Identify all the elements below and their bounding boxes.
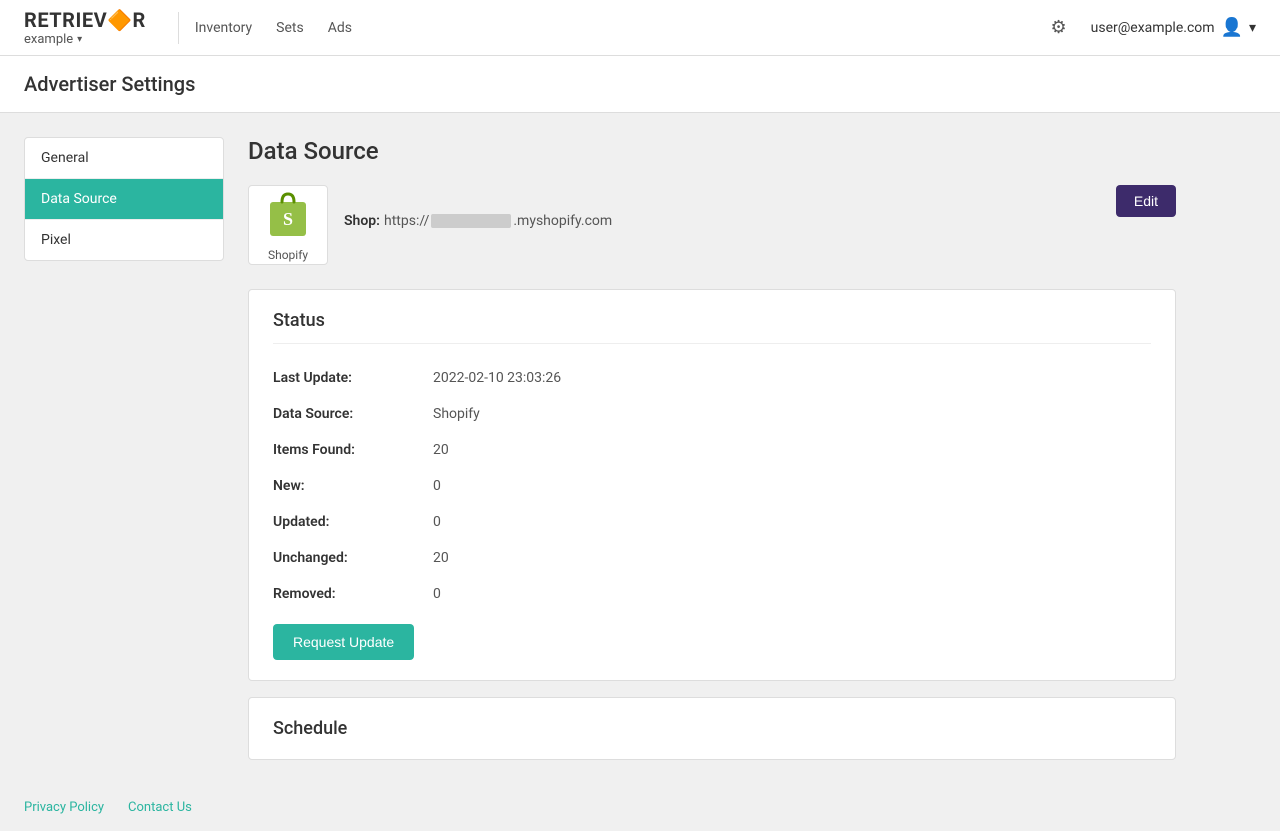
status-value-data-source: Shopify [433, 406, 480, 422]
account-label: example [24, 32, 73, 47]
edit-button[interactable]: Edit [1116, 185, 1176, 217]
status-label-updated: Updated: [273, 514, 433, 530]
section-title: Data Source [248, 137, 1176, 165]
sidebar-menu: General Data Source Pixel [24, 137, 224, 261]
shopify-provider-label: Shopify [268, 248, 308, 262]
main-content: General Data Source Pixel Data Source S … [0, 113, 1200, 784]
sidebar-item-general[interactable]: General [25, 138, 223, 179]
sidebar-item-pixel[interactable]: Pixel [25, 220, 223, 260]
header-right: ⚙ user@example.com 👤 ▾ [1043, 12, 1256, 44]
shop-url-row: Shop: https:// .myshopify.com [344, 213, 612, 229]
status-label-removed: Removed: [273, 586, 433, 602]
user-info[interactable]: user@example.com 👤 ▾ [1091, 17, 1256, 38]
user-email: user@example.com [1091, 20, 1215, 36]
status-row-items-found: Items Found: 20 [273, 432, 1151, 468]
shop-url-suffix: .myshopify.com [513, 213, 612, 229]
status-row-removed: Removed: 0 [273, 576, 1151, 612]
status-value-removed: 0 [433, 586, 441, 602]
sidebar-item-data-source[interactable]: Data Source [25, 179, 223, 220]
nav-item-sets[interactable]: Sets [276, 16, 304, 40]
shopify-logo-box: S Shopify [248, 185, 328, 265]
logo-text-r: R [133, 8, 146, 32]
status-value-new: 0 [433, 478, 441, 494]
page-title: Advertiser Settings [24, 72, 1256, 96]
status-label-last-update: Last Update: [273, 370, 433, 386]
footer-link-contact[interactable]: Contact Us [128, 800, 192, 815]
status-row-new: New: 0 [273, 468, 1151, 504]
status-section: Status Last Update: 2022-02-10 23:03:26 … [248, 289, 1176, 681]
status-value-items-found: 20 [433, 442, 449, 458]
page-header: Advertiser Settings [0, 56, 1280, 113]
shop-url-prefix: https:// [384, 213, 429, 229]
account-caret-icon: ▾ [77, 34, 82, 45]
datasource-card: S Shopify Shop: https:// .myshopify.com … [248, 185, 1176, 265]
status-label-new: New: [273, 478, 433, 494]
svg-text:S: S [283, 209, 293, 229]
datasource-info: Shop: https:// .myshopify.com [344, 185, 612, 229]
status-value-unchanged: 20 [433, 550, 449, 566]
status-value-updated: 0 [433, 514, 441, 530]
settings-icon[interactable]: ⚙ [1043, 12, 1075, 44]
footer: Privacy Policy Contact Us [0, 784, 1280, 831]
user-caret-icon: ▾ [1249, 20, 1256, 36]
status-title: Status [273, 310, 1151, 344]
logo: RETRIEV🔶R example ▾ [24, 8, 146, 47]
shop-label: Shop: [344, 213, 380, 229]
status-row-unchanged: Unchanged: 20 [273, 540, 1151, 576]
request-update-button[interactable]: Request Update [273, 624, 414, 660]
status-label-data-source: Data Source: [273, 406, 433, 422]
footer-link-privacy[interactable]: Privacy Policy [24, 800, 104, 815]
user-avatar-icon: 👤 [1221, 17, 1243, 38]
shopify-logo-svg: S [264, 188, 312, 240]
schedule-section: Schedule [248, 697, 1176, 760]
account-name[interactable]: example ▾ [24, 32, 146, 47]
status-row-data-source: Data Source: Shopify [273, 396, 1151, 432]
header: RETRIEV🔶R example ▾ Inventory Sets Ads ⚙… [0, 0, 1280, 56]
status-row-last-update: Last Update: 2022-02-10 23:03:26 [273, 360, 1151, 396]
shop-url-redacted [431, 214, 511, 228]
header-divider [178, 12, 179, 44]
sidebar: General Data Source Pixel [24, 137, 224, 760]
nav-item-inventory[interactable]: Inventory [195, 16, 252, 40]
logo-area: RETRIEV🔶R example ▾ [24, 8, 146, 47]
schedule-title: Schedule [273, 718, 1151, 739]
status-value-last-update: 2022-02-10 23:03:26 [433, 370, 561, 386]
logo-o: 🔶 [107, 8, 132, 32]
status-label-unchanged: Unchanged: [273, 550, 433, 566]
main-nav: Inventory Sets Ads [195, 16, 352, 40]
nav-item-ads[interactable]: Ads [328, 16, 352, 40]
content-area: Data Source S Shopify Shop: https:// [248, 137, 1176, 760]
status-row-updated: Updated: 0 [273, 504, 1151, 540]
logo-text-main: RETRIEV [24, 8, 107, 32]
status-label-items-found: Items Found: [273, 442, 433, 458]
